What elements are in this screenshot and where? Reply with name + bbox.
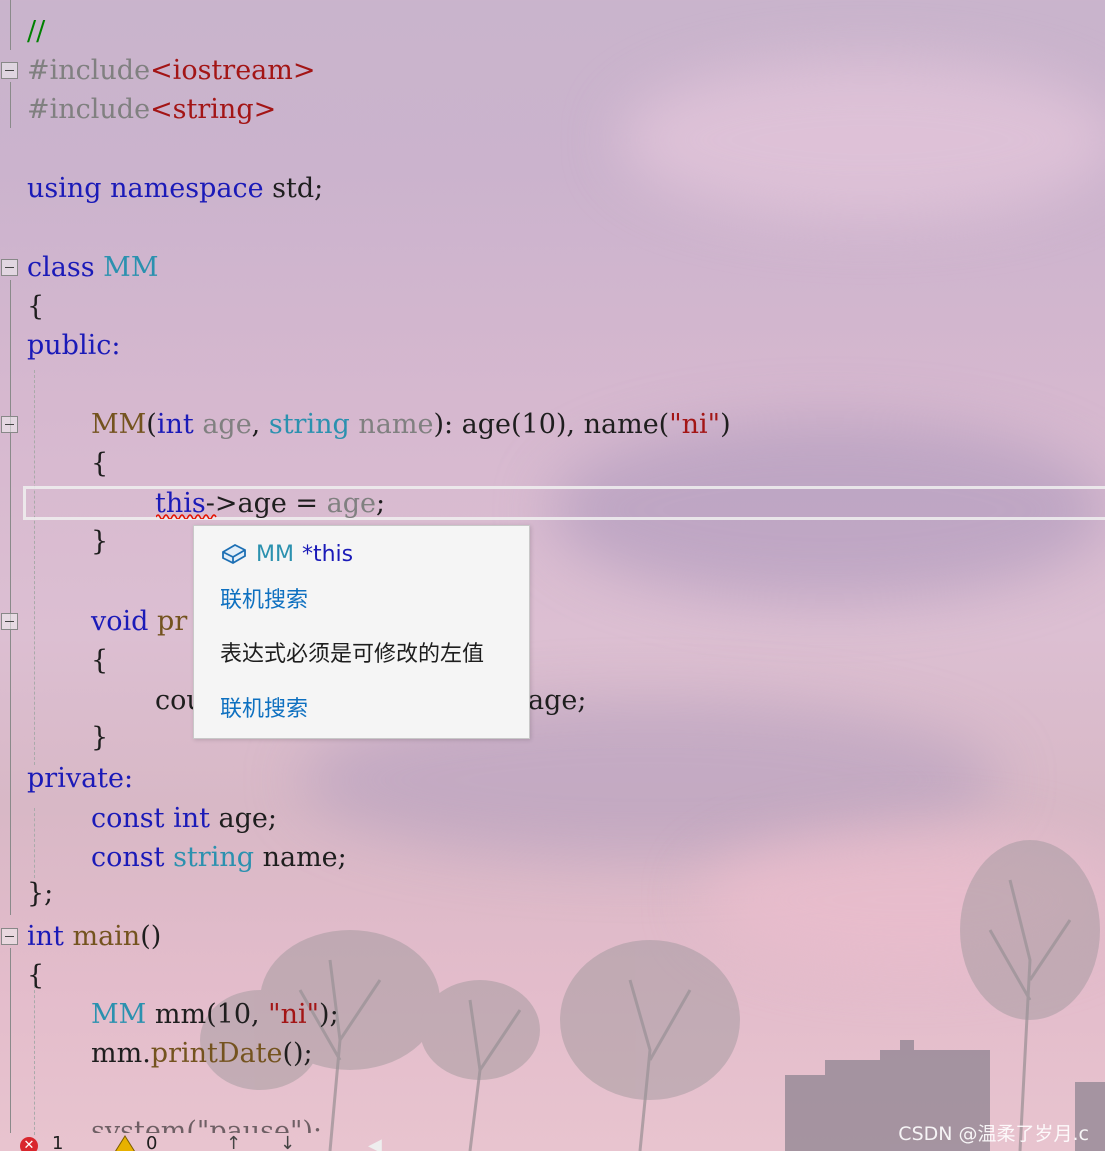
fold-toggle[interactable] (1, 928, 18, 945)
code-line: using namespace std; (27, 173, 324, 204)
next-error-button[interactable]: ↓ (280, 1133, 295, 1151)
indent-guide (34, 808, 35, 878)
code-line: MM(int age, string name): age(10), name(… (91, 409, 731, 440)
code-line: { (91, 448, 109, 479)
fold-toggle[interactable] (1, 613, 18, 630)
code-line: void pr (91, 606, 188, 637)
code-line: }; (27, 878, 54, 909)
error-squiggle (156, 514, 217, 519)
class-icon (222, 543, 246, 565)
code-line: { (27, 291, 45, 322)
code-line: } (91, 526, 109, 557)
previous-error-button[interactable]: ↑ (226, 1133, 241, 1151)
code-line: { (91, 645, 109, 676)
outline-guide (10, 0, 11, 50)
search-online-link[interactable]: 联机搜索 (220, 691, 308, 723)
code-line: private: (27, 763, 134, 794)
code-line: // (27, 16, 46, 47)
indent-guide (34, 985, 35, 1135)
fold-toggle[interactable] (1, 259, 18, 276)
code-line: int main() (27, 921, 162, 952)
fold-toggle[interactable] (1, 62, 18, 79)
code-line: class MM (27, 252, 159, 283)
code-line: age; (528, 685, 587, 716)
code-line: MM mm(10, "ni"); (91, 999, 339, 1030)
warning-count: 0 (146, 1133, 158, 1151)
code-line: mm.printDate(); (91, 1038, 313, 1069)
scroll-left-icon[interactable]: ◀ (368, 1135, 382, 1151)
code-line: const string name; (91, 842, 347, 873)
outline-guide (10, 948, 11, 1133)
code-line: const int age; (91, 803, 278, 834)
indent-guide (34, 370, 35, 765)
warning-triangle-icon[interactable] (114, 1135, 136, 1151)
code-line: system("pause"); (91, 1116, 323, 1133)
tooltip-type-name: MM (256, 541, 294, 567)
quick-info-tooltip: MM *this 联机搜索 表达式必须是可修改的左值 联机搜索 (193, 525, 530, 739)
code-line: { (27, 960, 45, 991)
code-editor[interactable]: // #include<iostream> #include<string> u… (0, 0, 1105, 1151)
search-online-link[interactable]: 联机搜索 (220, 582, 308, 614)
watermark: CSDN @温柔了岁月.c (898, 1123, 1089, 1145)
tooltip-symbol: *this (301, 541, 354, 567)
fold-toggle[interactable] (1, 416, 18, 433)
code-line: #include<iostream> (27, 55, 316, 86)
error-count: 1 (52, 1133, 64, 1151)
code-line: #include<string> (27, 94, 277, 125)
error-x-icon[interactable]: ✕ (20, 1137, 38, 1151)
error-message: 表达式必须是可修改的左值 (220, 642, 485, 667)
code-line: } (91, 722, 109, 753)
outline-guide (10, 280, 11, 915)
tooltip-header: MM *this (220, 538, 353, 570)
outline-guide (10, 82, 11, 128)
code-line: public: (27, 330, 121, 361)
